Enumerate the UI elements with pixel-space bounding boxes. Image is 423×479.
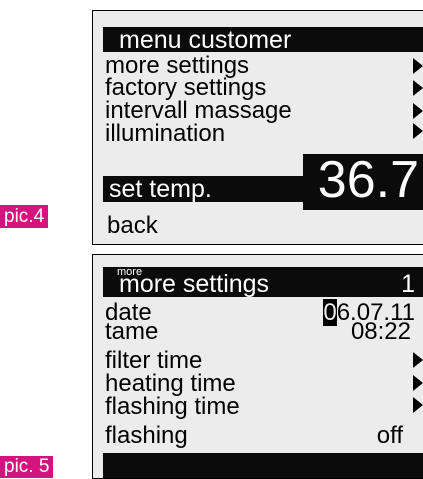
pic5-caption: pic. 5	[0, 456, 54, 478]
title-bar: more more settings 1	[103, 266, 423, 298]
chevron-right-icon	[413, 80, 423, 96]
chevron-right-icon	[413, 352, 423, 368]
page-number: 1	[401, 270, 415, 298]
menu-item-illumination[interactable]: illumination	[105, 122, 225, 146]
temperature-display: 36.7	[303, 154, 423, 210]
date-cursor: 0	[323, 299, 337, 326]
set-temp-label: set temp.	[109, 175, 212, 203]
menu-title: menu customer	[119, 26, 292, 54]
set-temp-bar[interactable]: set temp.	[103, 176, 303, 202]
menu-customer-screen: menu customer more settings factory sett…	[92, 10, 423, 245]
flashing-label: flashing	[105, 422, 188, 449]
chevron-right-icon	[413, 397, 423, 413]
time-value[interactable]: 08:22	[351, 320, 411, 344]
back-button[interactable]: back	[107, 214, 158, 238]
more-settings-screen: more more settings 1 date 06.07.11 tame …	[92, 254, 423, 479]
time-label: tame	[105, 318, 159, 345]
flashing-value[interactable]: off	[377, 424, 403, 448]
chevron-right-icon	[413, 375, 423, 391]
pic4-caption: pic.4	[0, 205, 49, 228]
chevron-right-icon	[413, 58, 423, 74]
settings-title: more settings	[119, 270, 270, 298]
chevron-right-icon	[413, 103, 423, 119]
bottom-bar	[103, 453, 423, 478]
menu-item-flashing-time[interactable]: flashing time	[105, 395, 240, 419]
chevron-right-icon	[413, 123, 423, 139]
title-bar: menu customer	[103, 26, 423, 54]
